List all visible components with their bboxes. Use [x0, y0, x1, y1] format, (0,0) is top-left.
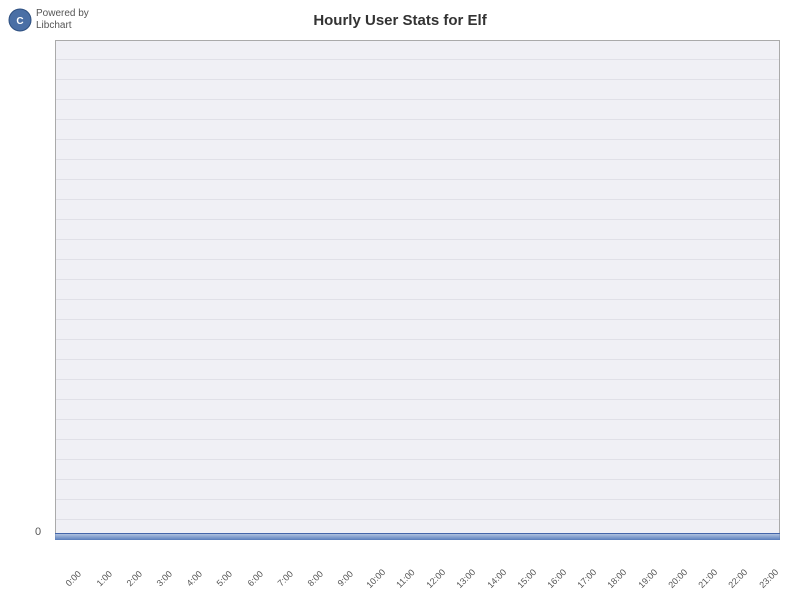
chart-background-stripes [55, 40, 780, 540]
x-label-item: 1:00 [85, 571, 115, 585]
y-axis-zero-label: 0 [35, 526, 41, 538]
x-label-4: 4:00 [185, 569, 204, 588]
chart-title: Hourly User Stats for Elf [0, 0, 800, 29]
x-label-item: 16:00 [538, 571, 568, 585]
x-label-5: 5:00 [215, 569, 234, 588]
x-label-item: 12:00 [417, 571, 447, 585]
x-label-20: 20:00 [666, 567, 689, 590]
x-label-22: 22:00 [727, 567, 750, 590]
chart-border-left [55, 40, 56, 540]
x-label-item: 9:00 [327, 571, 357, 585]
x-label-19: 19:00 [636, 567, 659, 590]
x-label-item: 20:00 [659, 571, 689, 585]
x-label-item: 13:00 [448, 571, 478, 585]
x-axis: 0:00 1:00 2:00 3:00 4:00 5:00 6:00 7:00 … [55, 571, 780, 585]
chart-zero-line [55, 533, 780, 534]
x-label-23: 23:00 [757, 567, 780, 590]
powered-by-line1: Powered by [36, 8, 89, 20]
svg-text:C: C [16, 16, 23, 27]
libchart-logo-icon: C [8, 8, 32, 32]
chart-container: 0 0:00 1:00 2:00 3:00 4:00 5:00 6:00 7:0… [55, 40, 780, 540]
x-label-2: 2:00 [124, 569, 143, 588]
x-label-0: 0:00 [64, 569, 83, 588]
chart-data-fill [55, 534, 780, 540]
x-label-item: 6:00 [236, 571, 266, 585]
x-label-14: 14:00 [485, 567, 508, 590]
powered-by-line2: Libchart [36, 20, 89, 32]
x-label-item: 3:00 [146, 571, 176, 585]
powered-by-badge: C Powered by Libchart [8, 8, 89, 32]
x-label-10: 10:00 [364, 567, 387, 590]
x-label-item: 23:00 [750, 571, 780, 585]
x-label-9: 9:00 [336, 569, 355, 588]
x-label-item: 14:00 [478, 571, 508, 585]
chart-area: 0 0:00 1:00 2:00 3:00 4:00 5:00 6:00 7:0… [55, 40, 780, 540]
x-label-item: 11:00 [387, 571, 417, 585]
x-label-12: 12:00 [425, 567, 448, 590]
x-label-item: 19:00 [629, 571, 659, 585]
chart-border-right [779, 40, 780, 540]
x-label-3: 3:00 [155, 569, 174, 588]
x-label-item: 18:00 [599, 571, 629, 585]
x-label-item: 2:00 [115, 571, 145, 585]
x-label-item: 17:00 [568, 571, 598, 585]
x-label-item: 8:00 [297, 571, 327, 585]
x-label-6: 6:00 [245, 569, 264, 588]
x-label-item: 7:00 [266, 571, 296, 585]
x-label-18: 18:00 [606, 567, 629, 590]
x-label-item: 21:00 [689, 571, 719, 585]
x-label-item: 0:00 [55, 571, 85, 585]
x-label-item: 5:00 [206, 571, 236, 585]
x-label-item: 4:00 [176, 571, 206, 585]
x-label-11: 11:00 [395, 567, 418, 590]
x-label-17: 17:00 [576, 567, 599, 590]
x-label-15: 15:00 [515, 567, 538, 590]
x-label-1: 1:00 [94, 569, 113, 588]
x-label-13: 13:00 [455, 567, 478, 590]
x-label-8: 8:00 [306, 569, 325, 588]
x-label-16: 16:00 [545, 567, 568, 590]
x-label-21: 21:00 [696, 567, 719, 590]
x-label-7: 7:00 [275, 569, 294, 588]
x-label-item: 15:00 [508, 571, 538, 585]
x-label-item: 10:00 [357, 571, 387, 585]
x-label-item: 22:00 [719, 571, 749, 585]
chart-border-top [55, 40, 780, 41]
